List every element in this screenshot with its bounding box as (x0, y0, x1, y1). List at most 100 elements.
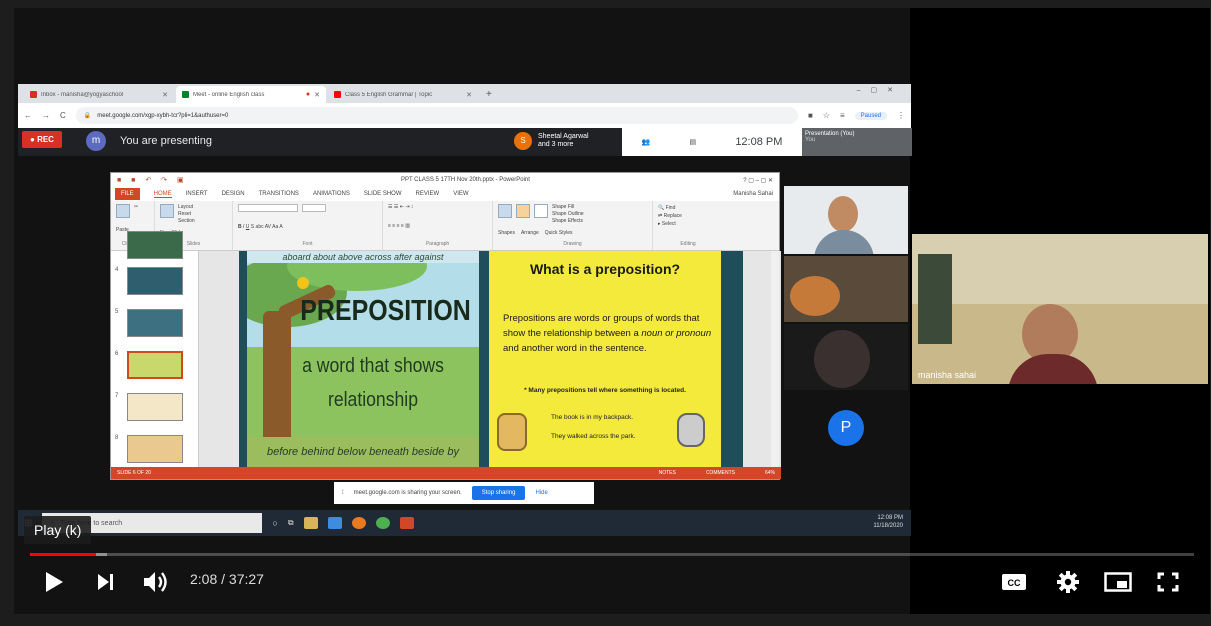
new-tab-icon[interactable]: + (480, 86, 498, 103)
slide-thumbnail-pane[interactable]: 4 5 6 7 8 (111, 231, 199, 469)
quick-access-icons[interactable]: ■ ■ ↶ ↷ ▣ (117, 176, 188, 184)
back-icon[interactable]: ← (24, 111, 32, 120)
tab-transitions[interactable]: TRANSITIONS (259, 191, 299, 197)
participant-tile[interactable] (784, 186, 908, 254)
current-slide[interactable]: aboard about above across after against … (239, 251, 743, 469)
settings-button[interactable] (1052, 566, 1084, 598)
editing-commands[interactable]: 🔍 Find ⇄ Replace ▸ Select (658, 204, 718, 228)
forward-icon[interactable]: → (42, 111, 50, 120)
volume-button[interactable] (140, 566, 172, 598)
drag-handle-icon[interactable]: ⁞ (342, 490, 344, 496)
window-controls[interactable]: –▢✕ (857, 86, 903, 94)
font-name-select[interactable] (238, 204, 298, 212)
shape-format-commands[interactable]: Shape Fill Shape Outline Shape Effects (552, 204, 584, 225)
hide-banner-button[interactable]: Hide (535, 490, 547, 496)
url-input[interactable]: 🔒 meet.google.com/xgp-xybh-tcr?pli=1&aut… (75, 107, 798, 124)
slide-thumbnail[interactable] (127, 267, 183, 295)
paste-icon[interactable] (116, 204, 130, 218)
tab-file[interactable]: FILE (115, 188, 140, 200)
presenter-indicator[interactable]: S Sheetal Agarwal and 3 more (514, 132, 618, 150)
tab-view[interactable]: VIEW (453, 191, 468, 197)
participant-face (790, 276, 840, 316)
presenter-more: and 3 more (538, 141, 574, 148)
font-format-buttons[interactable]: B I U S abc AV Aa A (238, 224, 377, 230)
video-frame[interactable]: Inbox - manisha@yogyaschool ✕ Meet - onl… (14, 8, 1210, 614)
font-size-select[interactable] (302, 204, 326, 212)
close-icon[interactable]: ✕ (466, 91, 472, 99)
browser-tab-meet[interactable]: Meet - online English class ● ✕ (176, 86, 326, 103)
tab-insert[interactable]: INSERT (186, 191, 208, 197)
tray-date: 11/18/2020 (873, 523, 903, 529)
window-controls[interactable]: ? ▢ – ▢ ✕ (743, 177, 773, 184)
close-icon[interactable]: ✕ (314, 91, 320, 99)
next-button[interactable] (90, 566, 122, 598)
profile-paused-button[interactable]: Paused (854, 111, 887, 120)
paragraph-buttons[interactable]: ☰ ☰ ⇤ ⇥ ↕ (388, 204, 487, 210)
miniplayer-button[interactable] (1102, 566, 1134, 598)
powerpoint-icon[interactable] (399, 517, 414, 529)
slide-thumbnail[interactable] (127, 393, 183, 421)
slide-thumbnail-selected[interactable] (127, 351, 183, 379)
slide-scrollbar[interactable] (771, 251, 779, 469)
presenting-status: You are presenting (120, 135, 212, 147)
tray-time: 12:08 PM (877, 515, 903, 521)
tab-design[interactable]: DESIGN (222, 191, 245, 197)
fullscreen-button[interactable] (1152, 566, 1184, 598)
slide-thumbnail[interactable] (127, 309, 183, 337)
zoom-level[interactable]: 64% (765, 470, 775, 476)
close-icon[interactable]: ✕ (162, 91, 168, 99)
people-icon[interactable]: 👥 (642, 138, 651, 146)
participant-tile-large[interactable]: manisha sahai (912, 234, 1208, 384)
tab-review[interactable]: REVIEW (416, 191, 440, 197)
slides-commands[interactable]: Layout Reset Section (178, 204, 195, 225)
rec-label: REC (37, 135, 54, 144)
extensions-icon[interactable]: ≡ (840, 111, 845, 120)
align-buttons[interactable]: ≡ ≡ ≡ ≡ ▥ (388, 223, 487, 229)
star-icon[interactable]: ☆ (823, 111, 830, 120)
svg-text:CC: CC (1008, 578, 1021, 588)
slide-definition: a word that shows relationship (302, 355, 444, 411)
tab-slide-show[interactable]: SLIDE SHOW (364, 191, 402, 197)
cut-icon[interactable]: ✂ (134, 204, 138, 218)
notes-button[interactable]: NOTES (659, 470, 676, 476)
camera-icon[interactable]: ■ (808, 111, 813, 120)
presentation-thumbnail[interactable]: Presentation (You) You (802, 128, 912, 156)
participant-avatar[interactable]: P (828, 410, 864, 446)
ppt-user[interactable]: Manisha Sahai (733, 191, 773, 197)
store-icon[interactable] (327, 517, 342, 529)
quick-styles-icon[interactable] (534, 204, 548, 218)
file-explorer-icon[interactable] (303, 517, 318, 529)
arrange-icon[interactable] (516, 204, 530, 218)
firefox-icon[interactable] (351, 517, 366, 529)
quick-styles-label: Quick Styles (544, 230, 573, 236)
video-player[interactable]: Inbox - manisha@yogyaschool ✕ Meet - onl… (14, 8, 1210, 614)
slide-thumbnail[interactable] (127, 435, 183, 463)
browser-tab-youtube[interactable]: Class 5 English Grammar | Topic ✕ (328, 86, 478, 103)
progress-bar[interactable] (30, 553, 1194, 556)
tab-home[interactable]: HOME (153, 191, 172, 198)
play-button[interactable] (38, 566, 70, 598)
captions-button[interactable]: CC (998, 566, 1030, 598)
menu-icon[interactable]: ⋮ (897, 111, 905, 120)
browser-tab-gmail[interactable]: Inbox - manisha@yogyaschool ✕ (24, 86, 174, 103)
task-view-icon[interactable]: ⧉ (288, 518, 294, 528)
slide-thumbnail[interactable] (127, 231, 183, 259)
new-slide-icon[interactable] (160, 204, 174, 218)
shapes-icon[interactable] (498, 204, 512, 218)
participant-tile[interactable] (784, 324, 908, 390)
comments-button[interactable]: COMMENTS (706, 470, 735, 476)
browser-window: Inbox - manisha@yogyaschool ✕ Meet - onl… (18, 84, 911, 128)
child-illustration (677, 413, 705, 447)
chrome-icon[interactable] (375, 517, 390, 529)
participant-tile[interactable] (784, 256, 908, 322)
stop-sharing-button[interactable]: Stop sharing (471, 486, 526, 500)
participant-name: manisha sahai (918, 370, 977, 380)
system-tray[interactable]: 12:08 PM 11/18/2020 (873, 514, 903, 530)
chat-icon[interactable]: ▤ (690, 138, 697, 146)
preposition-word-list-top: aboard about above across after against (247, 251, 479, 263)
tab-animations[interactable]: ANIMATIONS (313, 191, 350, 197)
current-time: 2:08 (190, 571, 218, 587)
reload-icon[interactable]: C (60, 111, 66, 120)
ribbon-group-editing: 🔍 Find ⇄ Replace ▸ Select Editing (653, 201, 723, 250)
cortana-icon[interactable]: ○ (272, 518, 277, 528)
